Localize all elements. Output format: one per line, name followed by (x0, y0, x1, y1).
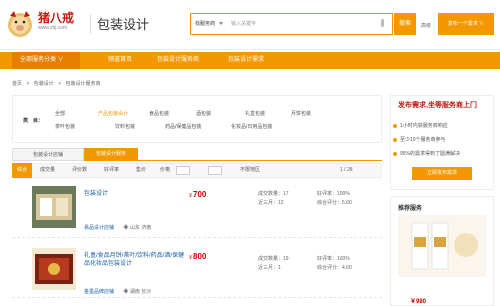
shop-info: 易品设计店铺 ◉ 山东 济南 (84, 224, 151, 231)
region-checkbox[interactable]: 不限地区 (240, 163, 260, 178)
category-filter: 类 目： 全部 产品包装设计 食品包装 酒包装 礼盒包装 月饼包装 茶叶包装 饮… (12, 95, 382, 143)
filter-option[interactable]: 药品/保健品包装 (165, 123, 201, 130)
search-input[interactable]: 输入关键字 (231, 14, 256, 34)
filter-option[interactable]: 月饼包装 (291, 110, 311, 117)
product-thumbnail[interactable] (32, 186, 76, 228)
bullet-icon (393, 124, 397, 128)
filter-option[interactable]: 酒包装 (196, 110, 211, 117)
filter-option[interactable]: 化妆品/日用品包装 (231, 123, 272, 130)
nav-item-channel-home[interactable]: 频道首页 (108, 52, 132, 69)
logo-text: 猪八戒 (38, 11, 75, 25)
sort-reviews[interactable]: 评价数 (72, 163, 87, 178)
nav-item-providers[interactable]: 包装设计服务商 (157, 52, 199, 69)
sort-sales[interactable]: 成交量 (40, 163, 55, 178)
recommended-price: ￥980 (410, 299, 427, 305)
all-categories-menu[interactable]: 全部服务分类 ∨ (12, 52, 80, 69)
tab-services[interactable]: 包装设计服务 (84, 148, 138, 161)
item-rating: 好评率：100% (317, 191, 350, 197)
price-max-input[interactable] (208, 166, 222, 175)
nav-item-requests[interactable]: 包装设计需求 (228, 52, 264, 69)
item-sales: 成交数量：19 (258, 256, 289, 262)
advanced-search-link[interactable]: 高级 (421, 22, 431, 29)
filter-option[interactable]: 礼盒包装 (245, 110, 265, 117)
item-sales: 成交数量：17 (258, 191, 289, 197)
item-score: 综合评分：5.00 (317, 200, 352, 206)
shop-name-link[interactable]: 金墨品牌店铺 (84, 289, 114, 295)
microphone-icon[interactable] (381, 19, 384, 27)
header-divider (90, 14, 91, 34)
price-value: 700 (193, 190, 207, 199)
post-now-button[interactable]: 立即发布需求 (412, 167, 472, 180)
filter-option[interactable]: 饮料包装 (115, 123, 135, 130)
item-price: ￥700 (188, 190, 206, 199)
bullet-icon (393, 138, 397, 142)
logo-subtext: www.zbj.com (38, 25, 68, 31)
product-thumbnail[interactable] (32, 248, 76, 290)
shop-name-link[interactable]: 易品设计店铺 (84, 225, 114, 231)
filter-option-active[interactable]: 产品包装设计 (98, 110, 128, 117)
search-button[interactable]: 搜索 (394, 13, 416, 35)
item-title[interactable]: 包装设计 (84, 190, 184, 198)
filter-option[interactable]: 茶叶包装 (55, 123, 75, 130)
item-rating: 好评率：100% (317, 256, 350, 262)
breadcrumb-current: 包装设计服务商 (65, 81, 101, 87)
breadcrumb-sep: > (26, 81, 30, 87)
panel-benefit: 95%的需求得到了圆满解决 (400, 151, 461, 157)
breadcrumb-home[interactable]: 首页 (12, 81, 22, 87)
price-range-label: 价格 (160, 167, 171, 173)
panel-title: 发布需求,坐等服务商上门 (398, 102, 477, 109)
tab-shops[interactable]: 包装设计店铺 (12, 148, 84, 161)
shop-location: 山东 济南 (129, 225, 152, 231)
shop-info: 金墨品牌店铺 ◉ 湖南 长沙 (84, 288, 151, 295)
recommended-product-image[interactable] (398, 215, 486, 277)
post-request-button[interactable]: 发布一个需求 ∨ (438, 13, 494, 35)
location-icon: ◉ (123, 289, 129, 295)
item-price: ￥800 (188, 252, 206, 261)
price-value: 800 (193, 252, 207, 261)
sort-default[interactable]: 综合 (12, 163, 32, 178)
bullet-icon (393, 152, 397, 156)
chevron-down-icon (219, 22, 223, 25)
filter-label: 类 目： (23, 118, 44, 124)
sort-price[interactable]: 售价 (136, 163, 146, 178)
breadcrumb-category[interactable]: 包装设计 (34, 81, 54, 87)
filter-option[interactable]: 食品包装 (149, 110, 169, 117)
location-icon: ◉ (123, 225, 129, 231)
sort-bar (12, 163, 382, 178)
item-recent: 近三月：1 (258, 265, 281, 271)
breadcrumb: 首页 > 包装设计 > 包装设计服务商 (12, 80, 103, 87)
sort-rating[interactable]: 好评率 (104, 163, 119, 178)
item-recent: 近三月：12 (258, 200, 284, 206)
pager[interactable]: 1 / 28 (340, 163, 353, 178)
recommended-title: 推荐服务 (398, 206, 423, 212)
panel-benefit: 至少10个服务商参与 (400, 137, 446, 143)
item-title[interactable]: 礼盒/食品月饼/茶叶/饮料/药品/酒/保健品化妆品包装设计 (84, 252, 184, 268)
panel-benefit: 1小时内获服务商响应 (400, 123, 448, 129)
price-min-input[interactable] (176, 166, 190, 175)
filter-option[interactable]: 全部 (55, 110, 65, 117)
shop-location: 湖南 长沙 (129, 289, 152, 295)
search-box: 找服务商 输入关键字 (190, 13, 393, 35)
page-title: 包装设计 (97, 17, 150, 32)
breadcrumb-sep: > (58, 81, 62, 87)
item-score: 综合评分：4.00 (317, 265, 352, 271)
